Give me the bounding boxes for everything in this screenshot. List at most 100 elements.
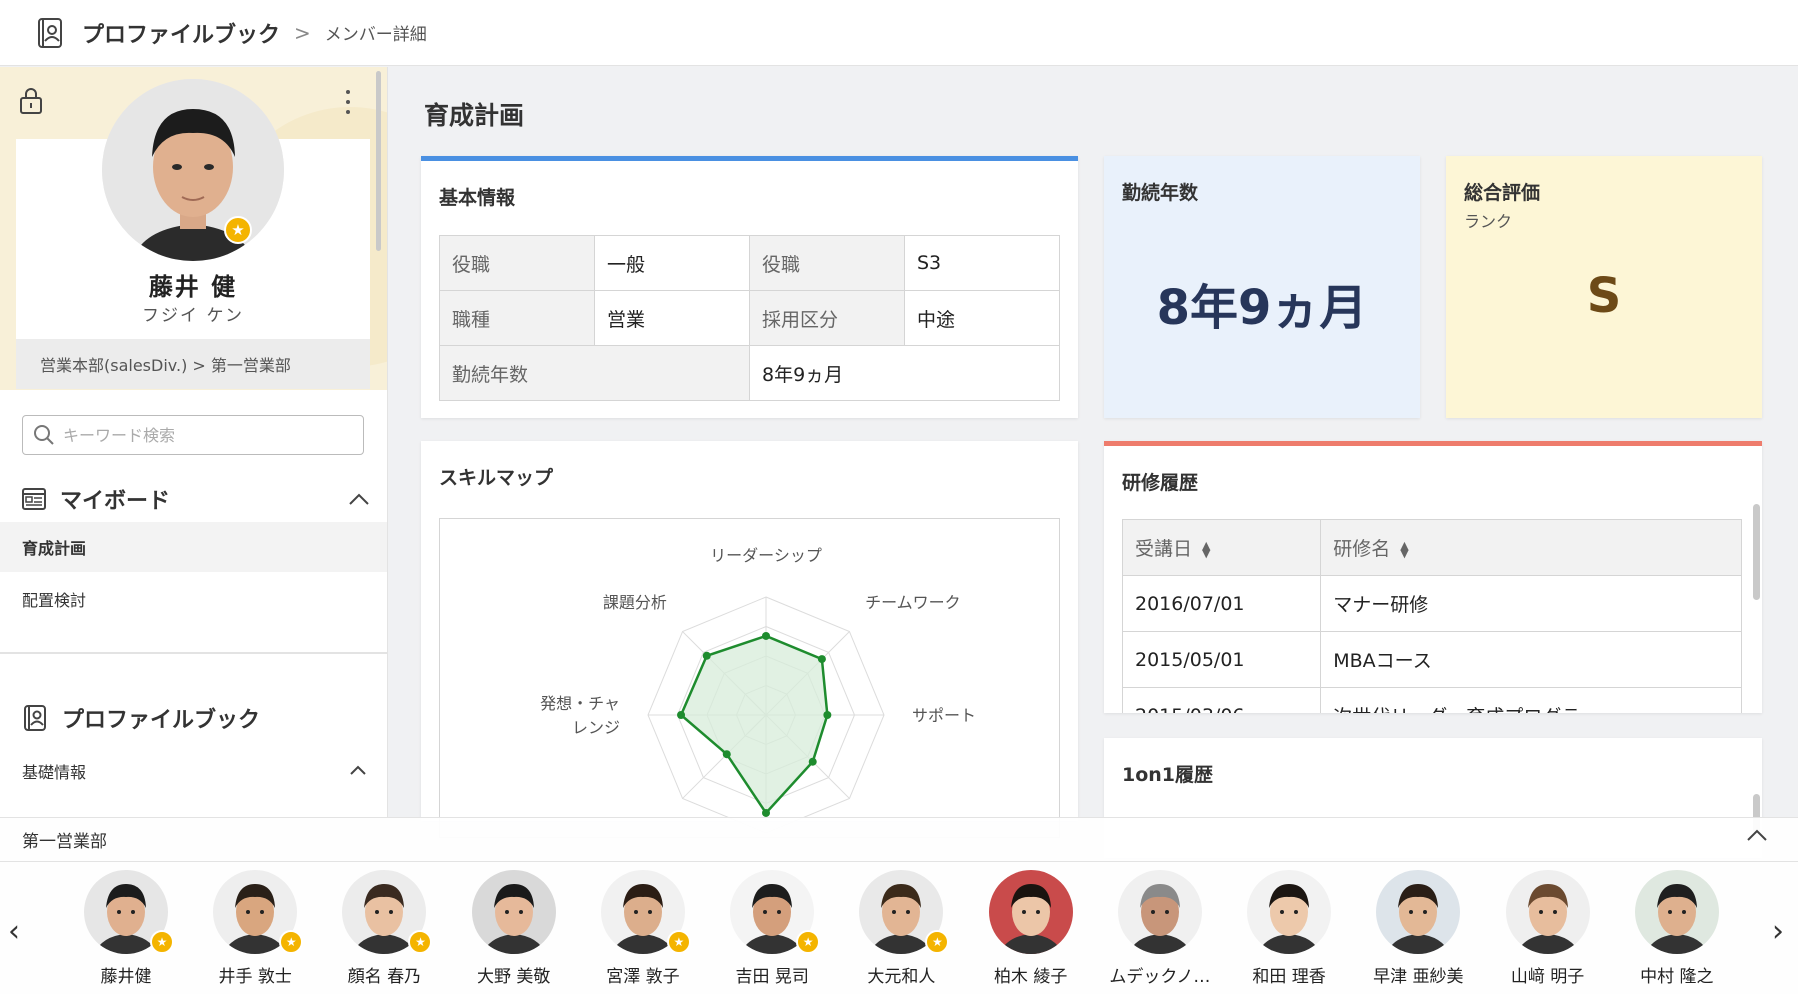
- member-name: 吉田 晃司: [735, 967, 809, 987]
- member-card[interactable]: 大野 美敬: [448, 870, 577, 994]
- sidebar-divider: [0, 652, 387, 654]
- member-avatar[interactable]: [471, 870, 556, 954]
- sidebar-scrollbar[interactable]: [376, 71, 381, 251]
- search-icon: [34, 425, 54, 445]
- job-type-value: 営業: [594, 290, 750, 346]
- table-row: 役職 一般 役職 S3: [439, 235, 1060, 291]
- sort-icon[interactable]: ▲ ▼: [1202, 540, 1210, 559]
- chevron-up-icon[interactable]: [348, 492, 370, 506]
- radar-axis-label: サポート: [912, 706, 976, 725]
- oneonone-history-title: 1on1履歴: [1122, 764, 1214, 786]
- training-date: 2015/03/06: [1121, 687, 1322, 713]
- member-card[interactable]: ★ 宮澤 敦子: [577, 870, 706, 994]
- radar-axis-label: レンジ: [572, 718, 620, 737]
- member-avatar[interactable]: [1634, 870, 1719, 954]
- hire-type-label: 採用区分: [749, 290, 905, 346]
- member-card[interactable]: 柏木 綾子: [965, 870, 1094, 994]
- more-menu-icon[interactable]: [338, 87, 358, 117]
- radar-data-point: [823, 711, 832, 719]
- radar-axis-label: 発想・チャ: [540, 694, 620, 713]
- sort-icon[interactable]: ▲ ▼: [1400, 540, 1408, 559]
- member-strip: 第一営業部 ‹ ★ 藤井健 ★ 井手 敦士 ★ 顔名 春乃 大野 美敬 ★ 宮澤 敦子 ★ 吉田 晃…: [0, 817, 1798, 994]
- favorite-star-icon: ★: [408, 930, 433, 954]
- column-header-training[interactable]: 研修名 ▲ ▼: [1320, 519, 1742, 576]
- keyword-search[interactable]: [22, 415, 364, 455]
- training-name: 次世代リーダー育成プログラ: [1320, 687, 1742, 713]
- training-date: 2015/05/01: [1121, 631, 1322, 688]
- tenure-value: 8年9ヵ月: [749, 345, 1060, 401]
- position-label: 役職: [439, 235, 595, 291]
- column-date-label: 受講日: [1135, 538, 1193, 560]
- training-name: マナー研修: [1320, 575, 1742, 632]
- member-avatar[interactable]: [1247, 870, 1332, 954]
- radar-svg: リーダーシップチームワークサポート 発想・チャレンジ 課題分析: [540, 546, 976, 834]
- member-card[interactable]: 和田 理香: [1223, 870, 1352, 994]
- table-row[interactable]: 2016/07/01 マナー研修: [1121, 575, 1742, 632]
- member-card[interactable]: ムデックノ…: [1094, 870, 1223, 994]
- breadcrumb-separator: >: [294, 20, 311, 45]
- nav-item-basic-info[interactable]: 基礎情報: [0, 746, 387, 796]
- table-row[interactable]: 2015/05/01 MBAコース: [1121, 631, 1742, 688]
- table-row: 勤続年数 8年9ヵ月: [439, 345, 1060, 401]
- member-avatar[interactable]: [1117, 870, 1202, 954]
- radar-data-point: [762, 631, 770, 640]
- chevron-up-icon[interactable]: [349, 764, 367, 776]
- radar-data-point: [702, 651, 711, 660]
- breadcrumb-app[interactable]: プロファイルブック: [82, 17, 280, 49]
- member-card[interactable]: ★ 大元和人: [835, 870, 964, 994]
- radar-data-point: [762, 808, 770, 817]
- member-avatar[interactable]: [988, 870, 1073, 954]
- favorite-star-icon: ★: [279, 930, 304, 954]
- training-name: MBAコース: [1320, 631, 1742, 688]
- skill-radar-chart: リーダーシップ チームワーク サポート 発想・チャ レンジ 課題分析: [439, 518, 1060, 838]
- member-name: ムデックノ…: [1109, 967, 1211, 987]
- myboard-header[interactable]: マイボード: [22, 483, 370, 515]
- basic-info-table: 役職 一般 役職 S3 職種 営業 採用区分 中途 勤続年数 8年9ヵ月: [439, 235, 1060, 401]
- nav-item-placement[interactable]: 配置検討: [0, 574, 387, 624]
- profile-book-icon: [24, 705, 46, 731]
- search-input[interactable]: [63, 425, 353, 445]
- profilebook-title: プロファイルブック: [62, 708, 261, 733]
- table-row[interactable]: 2015/03/06 次世代リーダー育成プログラ: [1121, 687, 1742, 713]
- job-type-label: 職種: [439, 290, 595, 346]
- member-card[interactable]: ★ 井手 敦士: [189, 870, 318, 994]
- member-avatar[interactable]: [1376, 870, 1461, 954]
- member-strip-header[interactable]: 第一営業部: [0, 818, 1798, 862]
- tenure-card-value: 8年9ヵ月: [1156, 280, 1368, 336]
- tenure-card: 勤続年数 8年9ヵ月: [1104, 156, 1420, 418]
- skill-map-card: スキルマップ リーダーシップ チームワーク サポート 発想・チャ レンジ 課題分析: [421, 441, 1078, 838]
- page-title: 育成計画: [424, 101, 525, 130]
- top-bar: プロファイルブック > メンバー詳細: [0, 0, 1798, 66]
- member-name: 和田 理香: [1252, 967, 1326, 987]
- member-name: 井手 敦士: [218, 967, 292, 987]
- prev-arrow-icon[interactable]: ‹: [8, 914, 20, 949]
- table-header-row: 受講日 ▲ ▼ 研修名 ▲ ▼: [1121, 519, 1742, 576]
- favorite-star-icon: ★: [150, 930, 174, 954]
- position-value: 一般: [594, 235, 750, 291]
- column-header-date[interactable]: 受講日 ▲ ▼: [1121, 519, 1322, 576]
- member-card[interactable]: ★ 吉田 晃司: [706, 870, 835, 994]
- chevron-up-icon[interactable]: [1746, 828, 1768, 842]
- member-name: 中村 隆之: [1640, 967, 1714, 987]
- member-group-name: 第一営業部: [22, 832, 107, 852]
- nav-item-development-plan[interactable]: 育成計画: [0, 522, 387, 572]
- member-card[interactable]: 中村 隆之: [1611, 870, 1740, 994]
- breadcrumb-page: メンバー詳細: [324, 25, 427, 45]
- training-table: 受講日 ▲ ▼ 研修名 ▲ ▼ 2016/07/01 マナー研修 2015/05/01 …: [1121, 519, 1742, 713]
- radar-axis-label: チームワーク: [865, 593, 961, 612]
- member-card[interactable]: 山﨑 明子: [1482, 870, 1611, 994]
- profilebook-header[interactable]: プロファイルブック: [22, 702, 370, 734]
- hire-type-value: 中途: [904, 290, 1060, 346]
- profile-book-icon[interactable]: [34, 16, 68, 50]
- next-arrow-icon[interactable]: ›: [1772, 914, 1784, 949]
- member-name: 藤井健: [100, 967, 152, 987]
- lock-icon[interactable]: [18, 87, 44, 115]
- member-card[interactable]: ★ 藤井健: [60, 870, 189, 994]
- member-card[interactable]: ★ 顔名 春乃: [318, 870, 447, 994]
- member-card[interactable]: 早津 亜紗美: [1352, 870, 1481, 994]
- nav-item-basic-info-label: 基礎情報: [22, 763, 87, 782]
- member-name: 宮澤 敦子: [606, 967, 680, 987]
- radar-data-point: [677, 711, 686, 719]
- member-avatar[interactable]: [1505, 870, 1590, 954]
- training-scrollbar[interactable]: [1753, 504, 1760, 600]
